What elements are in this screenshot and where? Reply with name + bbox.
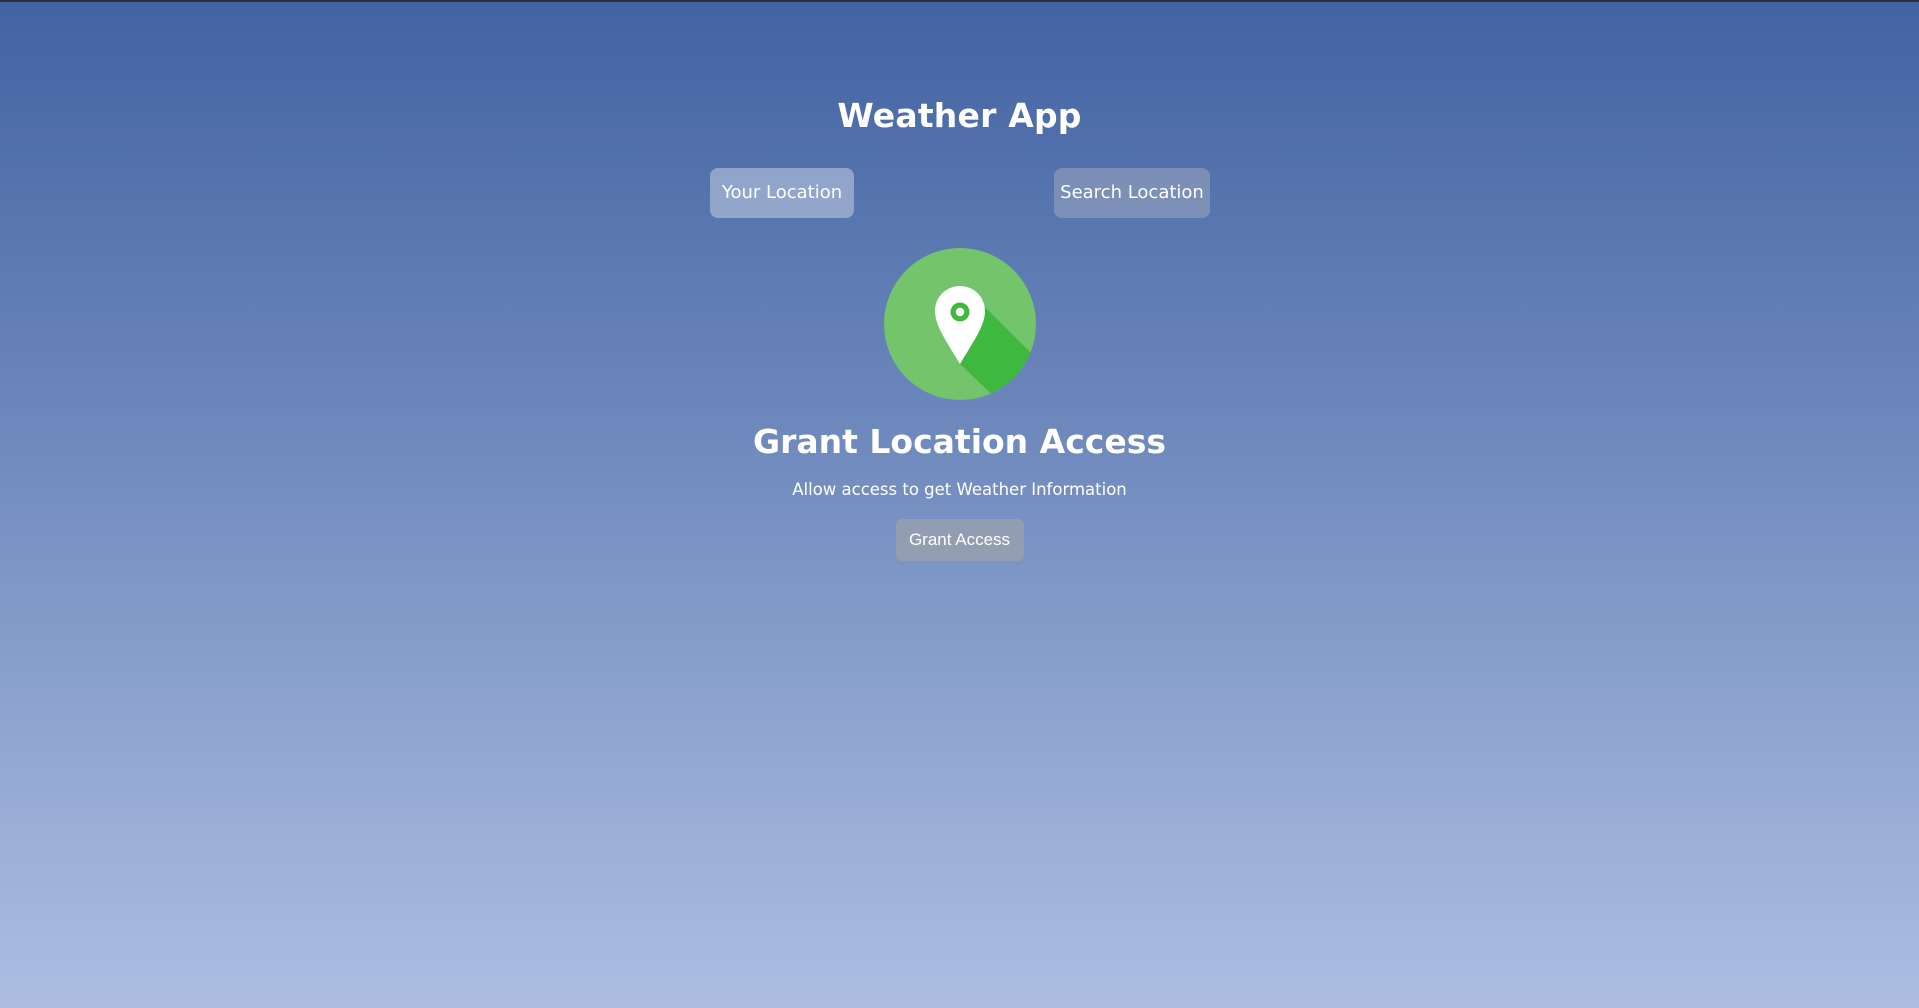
grant-subtext: Allow access to get Weather Information: [792, 480, 1127, 499]
grant-access-button[interactable]: Grant Access: [895, 519, 1024, 561]
location-pin-icon: [883, 248, 1036, 400]
grant-access-panel: Grant Location Access Allow access to ge…: [0, 248, 1919, 561]
weather-app-container: Weather App Your Location Search Locatio…: [0, 2, 1919, 1008]
tab-bar: Your Location Search Location: [0, 168, 1919, 220]
tab-search-location[interactable]: Search Location: [1054, 168, 1210, 218]
app-title: Weather App: [837, 96, 1082, 135]
tab-your-location[interactable]: Your Location: [710, 168, 854, 218]
grant-heading: Grant Location Access: [753, 422, 1166, 461]
